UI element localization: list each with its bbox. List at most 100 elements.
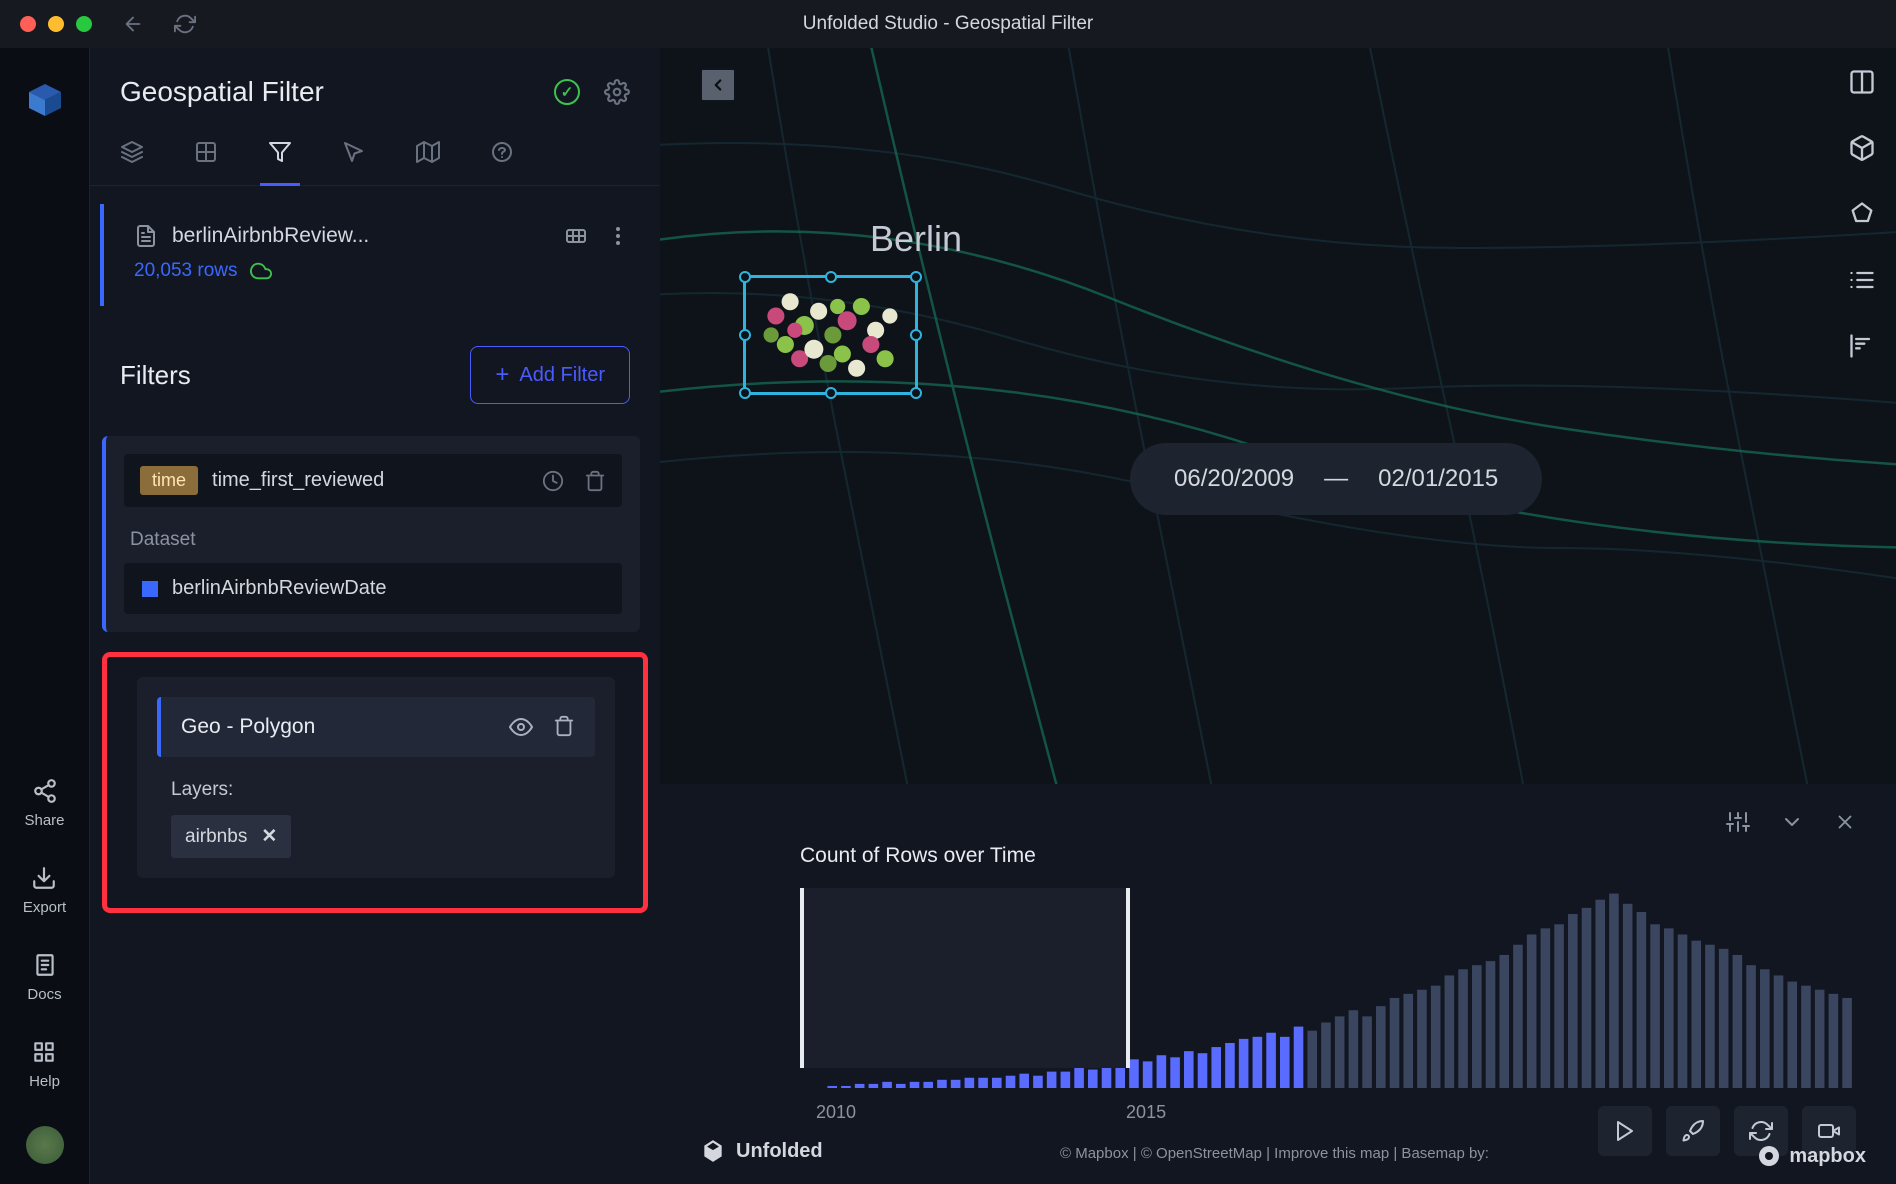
selection-handle[interactable]: [910, 329, 922, 341]
cursor-icon: [342, 140, 366, 164]
docs-button[interactable]: Docs: [27, 952, 61, 1003]
tab-basemap[interactable]: [416, 128, 440, 185]
layers-label: Layers:: [171, 779, 595, 801]
share-icon: [32, 778, 58, 804]
share-button[interactable]: Share: [24, 778, 64, 829]
tab-columns[interactable]: [194, 128, 218, 185]
selection-handle[interactable]: [739, 271, 751, 283]
tab-interactions[interactable]: [342, 128, 366, 185]
layer-chip-remove-icon[interactable]: ✕: [261, 825, 277, 848]
timeline-title: Count of Rows over Time: [800, 844, 1856, 868]
add-filter-button[interactable]: Add Filter: [470, 346, 630, 404]
tab-geocode[interactable]: [490, 128, 514, 185]
histogram[interactable]: [800, 888, 1856, 1088]
user-avatar[interactable]: [26, 1126, 64, 1164]
mapbox-logo[interactable]: mapbox: [1757, 1144, 1866, 1168]
map-tools: [1848, 68, 1876, 360]
selection-handle[interactable]: [825, 271, 837, 283]
layers-icon: [120, 140, 144, 164]
sidebar-tabs: [90, 128, 660, 186]
timeline-panel: Count of Rows over Time 2010 2015 Unfold…: [660, 784, 1896, 1184]
mapbox-icon: [1757, 1144, 1781, 1168]
polygon-icon[interactable]: [1848, 200, 1876, 228]
tab-filter[interactable]: [268, 128, 292, 185]
dataset-name: berlinAirbnbReview...: [172, 224, 550, 248]
export-label: Export: [23, 899, 66, 916]
chevron-down-icon[interactable]: [1780, 810, 1804, 834]
settings-icon[interactable]: [604, 79, 630, 105]
date-range-pill[interactable]: 06/20/2009 — 02/01/2015: [1130, 443, 1542, 515]
traffic-lights: [20, 16, 92, 32]
window-close-button[interactable]: [20, 16, 36, 32]
close-icon[interactable]: [1834, 811, 1856, 833]
share-label: Share: [24, 812, 64, 829]
histogram-selection[interactable]: [800, 888, 1130, 1068]
time-badge: time: [140, 466, 198, 495]
help-icon: [31, 1039, 57, 1065]
selection-handle[interactable]: [739, 329, 751, 341]
titlebar: Unfolded Studio - Geospatial Filter: [0, 0, 1896, 48]
window-minimize-button[interactable]: [48, 16, 64, 32]
data-points: [746, 278, 915, 392]
cube-icon[interactable]: [1848, 134, 1876, 162]
selection-handle[interactable]: [825, 387, 837, 399]
nav-reload-icon[interactable]: [174, 13, 196, 35]
export-button[interactable]: Export: [23, 865, 66, 916]
filter-icon: [268, 140, 292, 164]
delete-icon[interactable]: [553, 715, 575, 737]
cloud-icon: [250, 260, 272, 282]
chart-icon[interactable]: [1848, 332, 1876, 360]
status-ok-icon: [554, 79, 580, 105]
export-icon: [31, 865, 57, 891]
dataset-chip[interactable]: berlinAirbnbReviewDate: [124, 563, 622, 614]
tab-layers[interactable]: [120, 128, 144, 185]
app-logo-icon[interactable]: [23, 78, 67, 122]
geocode-icon: [490, 140, 514, 164]
geo-filter-title: Geo - Polygon: [181, 715, 315, 739]
selection-handle[interactable]: [910, 271, 922, 283]
time-filter-field-row[interactable]: time time_first_reviewed: [124, 454, 622, 507]
map-attribution[interactable]: © Mapbox | © OpenStreetMap | Improve thi…: [1060, 1145, 1489, 1162]
geo-filter-header[interactable]: Geo - Polygon: [157, 697, 595, 757]
panel-title: Geospatial Filter: [120, 76, 324, 108]
clock-icon[interactable]: [542, 470, 564, 492]
help-button[interactable]: Help: [29, 1039, 60, 1090]
dataset-row[interactable]: berlinAirbnbReview... 20,053 rows: [100, 204, 660, 306]
docs-label: Docs: [27, 986, 61, 1003]
x-tick: 2015: [1126, 1102, 1166, 1123]
more-vertical-icon[interactable]: [606, 224, 630, 248]
filters-heading: Filters: [120, 360, 191, 391]
nav-back-icon[interactable]: [122, 13, 144, 35]
geo-filter-highlight: Geo - Polygon Layers: airbnbs ✕: [102, 652, 648, 913]
map-canvas[interactable]: Berlin: [660, 48, 1896, 1184]
layer-chip[interactable]: airbnbs ✕: [171, 815, 291, 858]
layer-chip-name: airbnbs: [185, 826, 247, 848]
x-tick: 2010: [816, 1102, 856, 1123]
dataset-chip-name: berlinAirbnbReviewDate: [172, 577, 387, 600]
left-rail: Share Export Docs Help: [0, 48, 90, 1184]
map-selection-rect[interactable]: [743, 275, 918, 395]
selection-handle[interactable]: [739, 387, 751, 399]
geo-filter-card: Geo - Polygon Layers: airbnbs ✕: [137, 677, 615, 878]
help-label: Help: [29, 1073, 60, 1090]
unfolded-logo[interactable]: Unfolded: [700, 1138, 823, 1164]
row-count: 20,053 rows: [134, 260, 238, 282]
map-back-button[interactable]: [700, 68, 736, 102]
table-icon[interactable]: [564, 224, 588, 248]
play-button[interactable]: [1598, 1106, 1652, 1156]
sliders-icon[interactable]: [1726, 810, 1750, 834]
selection-handle[interactable]: [910, 387, 922, 399]
split-view-icon[interactable]: [1848, 68, 1876, 96]
map-icon: [416, 140, 440, 164]
rocket-button[interactable]: [1666, 1106, 1720, 1156]
unfolded-icon: [700, 1138, 726, 1164]
eye-icon[interactable]: [509, 715, 533, 739]
file-icon: [134, 224, 158, 248]
delete-icon[interactable]: [584, 470, 606, 492]
time-filter-card: time time_first_reviewed Dataset berlinA…: [102, 436, 640, 632]
window-maximize-button[interactable]: [76, 16, 92, 32]
date-end: 02/01/2015: [1378, 465, 1498, 493]
legend-icon[interactable]: [1848, 266, 1876, 294]
sidebar-panel: Geospatial Filter berlinAirbnbReview...: [90, 48, 660, 1184]
dataset-color-swatch: [142, 581, 158, 597]
